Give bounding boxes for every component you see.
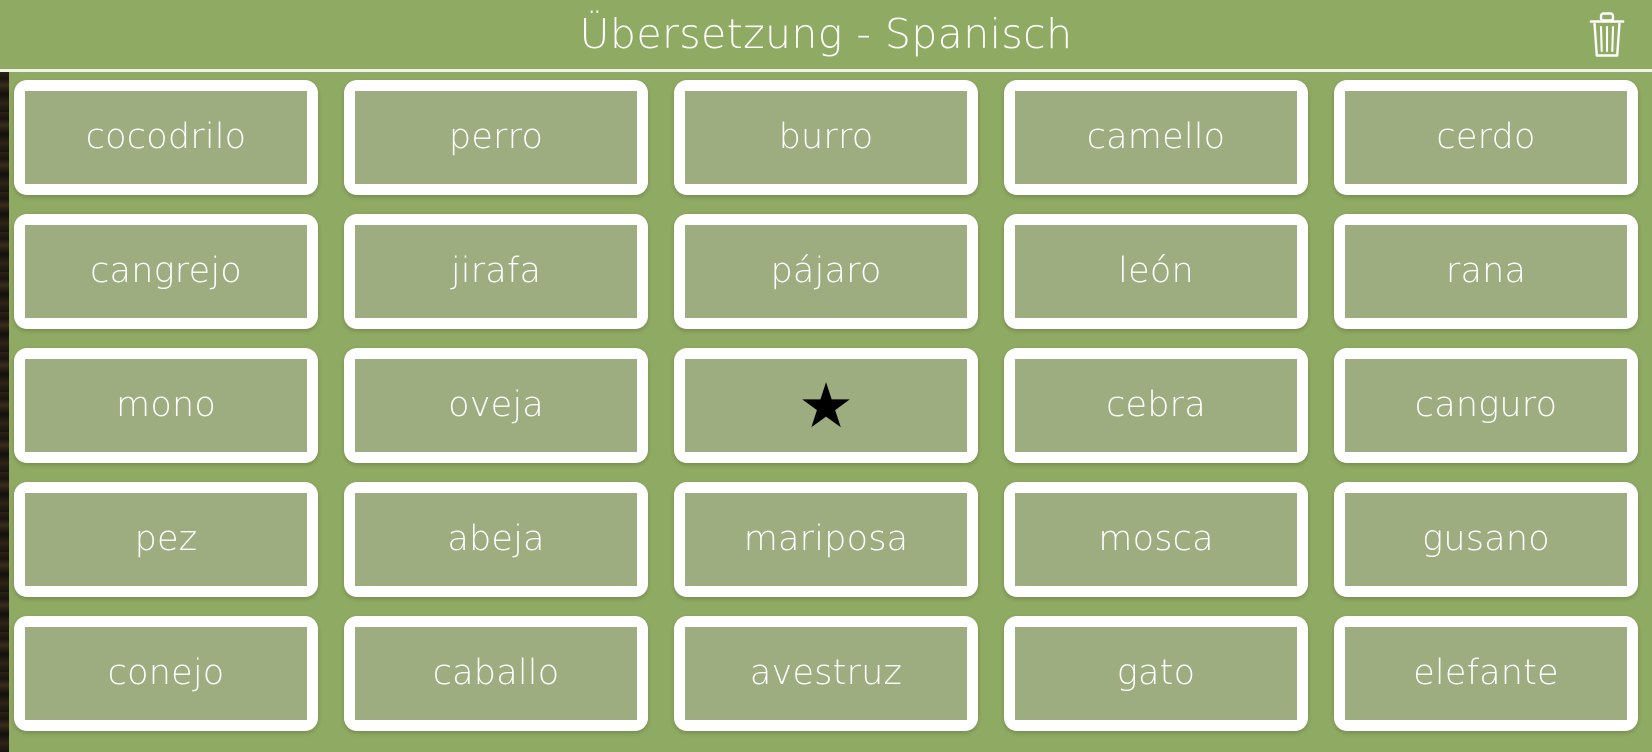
word-card[interactable]: abeja	[344, 482, 648, 597]
card-inner: jirafa	[355, 225, 637, 318]
card-inner: caballo	[355, 627, 637, 720]
word-card[interactable]: camello	[1004, 80, 1308, 195]
card-label: conejo	[107, 653, 225, 693]
word-card[interactable]: conejo	[14, 616, 318, 731]
word-card[interactable]: cangrejo	[14, 214, 318, 329]
card-inner: mosca	[1015, 493, 1297, 586]
card-inner: perro	[355, 91, 637, 184]
card-label: camello	[1086, 117, 1226, 157]
word-card[interactable]: pez	[14, 482, 318, 597]
card-label: avestruz	[749, 653, 903, 693]
card-inner: gusano	[1345, 493, 1627, 586]
word-card[interactable]: gusano	[1334, 482, 1638, 597]
word-card[interactable]: rana	[1334, 214, 1638, 329]
card-inner: avestruz	[685, 627, 967, 720]
card-inner: cebra	[1015, 359, 1297, 452]
card-label: león	[1118, 251, 1194, 291]
card-label: oveja	[448, 385, 544, 425]
card-label: caballo	[432, 653, 560, 693]
card-inner: pájaro	[685, 225, 967, 318]
card-label: canguro	[1414, 385, 1558, 425]
card-label: cangrejo	[90, 251, 242, 291]
left-edge-strip	[0, 72, 9, 752]
card-inner: pez	[25, 493, 307, 586]
card-inner: cangrejo	[25, 225, 307, 318]
card-label: gato	[1116, 653, 1196, 693]
card-inner: ★	[685, 359, 967, 452]
card-inner: oveja	[355, 359, 637, 452]
header-divider	[0, 69, 1652, 72]
card-inner: canguro	[1345, 359, 1627, 452]
word-card[interactable]: león	[1004, 214, 1308, 329]
card-label: gusano	[1422, 519, 1550, 559]
trash-icon	[1588, 12, 1626, 58]
card-inner: abeja	[355, 493, 637, 586]
word-card[interactable]: elefante	[1334, 616, 1638, 731]
word-card[interactable]: mosca	[1004, 482, 1308, 597]
word-card[interactable]: oveja	[344, 348, 648, 463]
word-card[interactable]: cerdo	[1334, 80, 1638, 195]
card-label: abeja	[447, 519, 545, 559]
card-inner: león	[1015, 225, 1297, 318]
card-label: burro	[778, 117, 874, 157]
card-label: pez	[134, 519, 198, 559]
card-inner: burro	[685, 91, 967, 184]
card-label: cerdo	[1436, 117, 1536, 157]
card-label: mono	[116, 385, 216, 425]
card-inner: gato	[1015, 627, 1297, 720]
card-label: mosca	[1098, 519, 1214, 559]
word-card-grid: cocodrilo perro burro camello cerdo cangrejo j…	[14, 80, 1638, 731]
card-label: rana	[1445, 251, 1527, 291]
card-inner: conejo	[25, 627, 307, 720]
word-card[interactable]: mono	[14, 348, 318, 463]
word-card[interactable]: avestruz	[674, 616, 978, 731]
card-label: cebra	[1106, 385, 1206, 425]
word-card[interactable]: mariposa	[674, 482, 978, 597]
word-card[interactable]: jirafa	[344, 214, 648, 329]
header-bar: Übersetzung - Spanisch	[0, 0, 1652, 72]
word-card-star[interactable]: ★	[674, 348, 978, 463]
word-card[interactable]: cebra	[1004, 348, 1308, 463]
card-label: cocodrilo	[85, 117, 247, 157]
word-card[interactable]: pájaro	[674, 214, 978, 329]
app-root: Übersetzung - Spanisch cocodrilo perro bur…	[0, 0, 1652, 752]
word-card[interactable]: caballo	[344, 616, 648, 731]
word-card[interactable]: canguro	[1334, 348, 1638, 463]
trash-button[interactable]	[1576, 4, 1638, 66]
card-label: pájaro	[770, 251, 882, 291]
card-inner: camello	[1015, 91, 1297, 184]
card-inner: rana	[1345, 225, 1627, 318]
word-card[interactable]: perro	[344, 80, 648, 195]
word-card[interactable]: burro	[674, 80, 978, 195]
card-label: perro	[448, 117, 544, 157]
word-card[interactable]: gato	[1004, 616, 1308, 731]
card-inner: cerdo	[1345, 91, 1627, 184]
card-inner: mono	[25, 359, 307, 452]
page-title: Übersetzung - Spanisch	[579, 10, 1073, 58]
card-label: mariposa	[743, 519, 909, 559]
card-label: jirafa	[450, 251, 542, 291]
word-card[interactable]: cocodrilo	[14, 80, 318, 195]
card-label: elefante	[1413, 653, 1559, 693]
card-inner: mariposa	[685, 493, 967, 586]
card-inner: elefante	[1345, 627, 1627, 720]
card-inner: cocodrilo	[25, 91, 307, 184]
star-icon: ★	[798, 368, 854, 442]
